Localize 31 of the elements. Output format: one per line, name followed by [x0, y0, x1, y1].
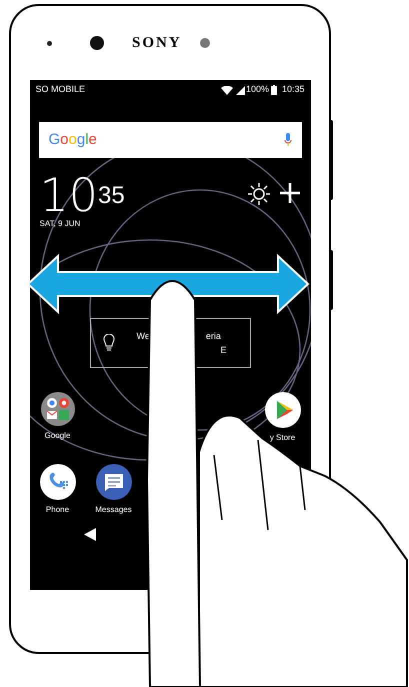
sensor-icon	[47, 40, 52, 46]
lightbulb-icon	[102, 334, 114, 352]
app-label: y Store	[270, 432, 296, 444]
tip-text: E	[220, 344, 227, 357]
google-logo: Google	[48, 130, 97, 150]
clock-hours: 10	[40, 172, 98, 218]
microphone-icon[interactable]	[284, 133, 292, 147]
camera-icon	[90, 36, 104, 50]
messages-app-icon[interactable]	[96, 464, 132, 500]
phone-app-icon[interactable]	[40, 464, 76, 500]
clock-minutes: 35	[98, 184, 125, 208]
tip-text: eria	[206, 330, 221, 343]
search-bar[interactable]: Google	[38, 122, 302, 158]
battery-icon	[270, 85, 277, 95]
app-label: Messages	[95, 504, 132, 516]
app-folder-icon[interactable]	[40, 392, 74, 426]
wifi-icon	[220, 86, 233, 94]
battery-level: 100%	[246, 83, 269, 96]
carrier-name: SO MOBILE	[36, 83, 86, 96]
sun-icon	[246, 182, 270, 206]
play-store-icon[interactable]	[264, 392, 300, 428]
add-icon[interactable]	[278, 182, 300, 204]
clock-time: 10:35	[282, 83, 304, 96]
app-label: Phone	[46, 504, 70, 516]
clock-date: SAT, 9 JUN	[40, 218, 82, 230]
double-arrow-icon	[26, 254, 310, 314]
app-label: Google	[44, 430, 70, 442]
back-icon[interactable]	[84, 528, 96, 541]
brand-logo: SONY	[132, 34, 182, 53]
signal-icon	[236, 86, 245, 94]
sensor-icon	[200, 38, 210, 48]
